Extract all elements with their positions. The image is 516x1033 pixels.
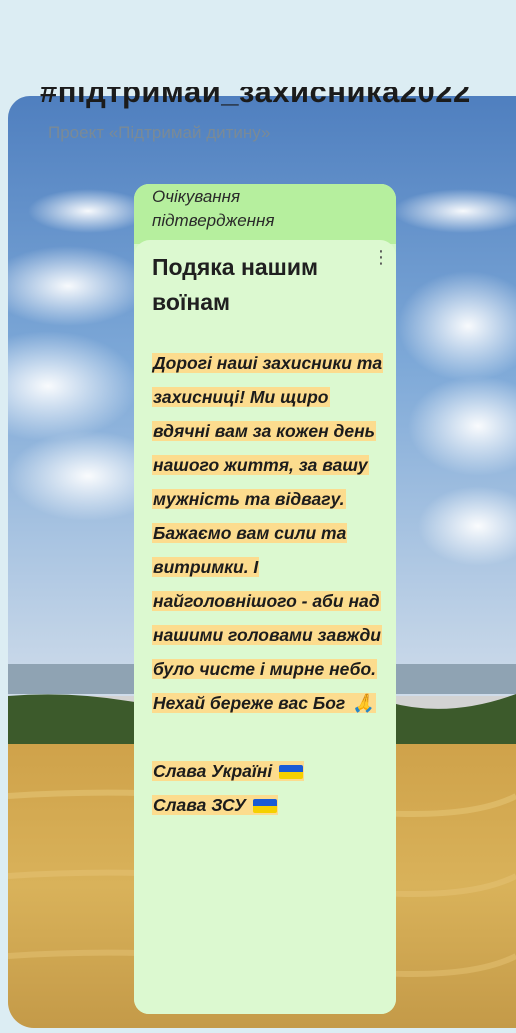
- ukraine-flag-icon: [279, 765, 304, 779]
- post-message: Дорогі наші захисники та захисниці! Ми щ…: [152, 353, 384, 713]
- post-title: Подяка нашим воїнам: [152, 254, 318, 315]
- pending-approval-banner: Очікування підтвердження: [134, 184, 396, 244]
- closing-line-1: Слава Україні: [152, 761, 305, 781]
- ukraine-flag-icon: [252, 799, 277, 813]
- wall-title: #підтримай_захисника2022: [40, 74, 471, 109]
- post-text: Дорогі наші захисники та захисниці! Ми щ…: [152, 346, 384, 822]
- pending-status-text: Очікування підтвердження: [152, 187, 275, 230]
- wall-subtitle: Проект «Підтримай дитину»: [48, 123, 271, 142]
- post-body: Подяка нашим воїнам ⋮ Дорогі наші захисн…: [134, 240, 396, 1014]
- closing-line-2: Слава ЗСУ: [152, 795, 278, 815]
- post-card[interactable]: Очікування підтвердження Подяка нашим во…: [134, 184, 396, 1014]
- praying-hands-icon: 🙏: [352, 693, 375, 713]
- more-vertical-icon[interactable]: ⋮: [372, 248, 390, 277]
